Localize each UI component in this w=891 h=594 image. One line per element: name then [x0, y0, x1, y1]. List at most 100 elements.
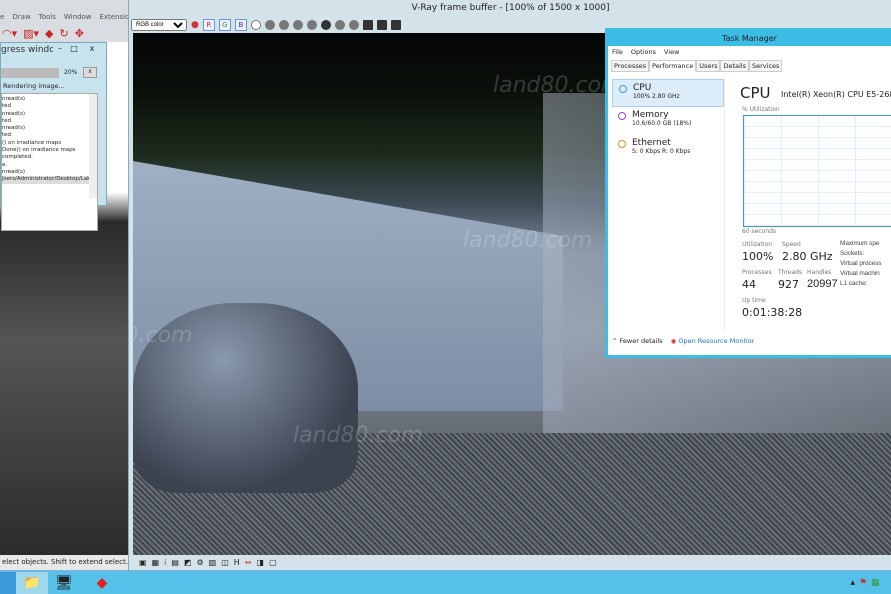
file-explorer-icon[interactable]: 📁 [16, 572, 48, 594]
speed-value: 2.80 GHz [782, 250, 833, 263]
chevron-up-icon: ⌃ [612, 337, 618, 345]
network-icon[interactable]: ▦ [871, 578, 880, 588]
progress-bar [1, 68, 59, 78]
ethernet-circle-icon [618, 140, 626, 148]
resource-monitor-icon: ◉ [670, 337, 677, 345]
close-button[interactable]: x [85, 44, 99, 56]
move-icon[interactable]: ✥ [75, 27, 84, 40]
tab-processes[interactable]: Processes [611, 60, 650, 72]
sketchup-toolbar: ◠▾ ▨▾ ◆ ↻ ✥ [0, 24, 130, 42]
green-channel-button[interactable]: G [218, 18, 231, 31]
curve-icon[interactable]: ◩ [184, 558, 192, 567]
task-manager-window: Task Manager File Options View Processes… [605, 28, 891, 358]
progress-status: Rendering image... [3, 82, 65, 90]
channel-select[interactable]: RGB color [131, 18, 187, 31]
tray-expand-icon[interactable]: ▴ [850, 578, 855, 588]
taskbar: 📁 🖥 ◆ ▴ ⚑ ▦ [0, 570, 891, 594]
menu-options[interactable]: Options [631, 48, 656, 56]
render-icon[interactable] [320, 19, 331, 30]
memory-circle-icon [618, 112, 626, 120]
levels-icon[interactable]: ▤ [171, 558, 179, 567]
watermark: land80.com [293, 423, 423, 448]
uptime-label: Up time [742, 297, 766, 304]
region-icon[interactable] [334, 19, 345, 30]
stamp-icon[interactable]: ◫ [221, 558, 229, 567]
utilization-value: 100% [742, 250, 774, 263]
resource-name: Ethernet [632, 138, 671, 148]
gear-icon[interactable]: ⚙ [196, 558, 203, 567]
virtual-processors-label: Virtual process [840, 260, 882, 267]
resource-name: Memory [632, 110, 669, 120]
clone-icon[interactable] [292, 19, 303, 30]
display-icon[interactable] [362, 19, 373, 30]
push-pull-icon[interactable]: ◆ [45, 27, 53, 40]
render-log: nread(s) ted nread(s) ted nread(s) ted (… [1, 93, 98, 231]
minimize-button[interactable]: – [53, 44, 67, 56]
resource-ethernet[interactable]: Ethernet S: 0 Kbps R: 0 Kbps [612, 135, 724, 163]
processes-label: Processes [742, 269, 772, 276]
task-manager-title: Task Manager [608, 31, 891, 46]
log-line: ted [2, 103, 12, 110]
task-manager-footer: ⌃ Fewer details ◉ Open Resource Monitor [612, 337, 754, 345]
speed-label: Speed [782, 241, 801, 248]
log-line: nread(s) [2, 168, 26, 175]
log-line: ted [2, 132, 12, 139]
material-tool-icon[interactable]: ▨▾ [23, 27, 39, 40]
rotate-icon[interactable]: ↻ [60, 27, 69, 40]
sockets-label: Sockets: [840, 250, 865, 257]
tab-users[interactable]: Users [696, 60, 721, 72]
resource-cpu[interactable]: CPU 100% 2.80 GHz [612, 79, 724, 107]
link-icon[interactable] [348, 19, 359, 30]
menu-file[interactable]: File [612, 48, 623, 56]
blue-channel-button[interactable]: B [234, 18, 247, 31]
cpu-model: Intel(R) Xeon(R) CPU E5-2680 [781, 90, 891, 99]
fewer-details-button[interactable]: ⌃ Fewer details [612, 337, 663, 345]
tab-performance[interactable]: Performance [649, 60, 697, 72]
menu-tools[interactable]: Tools [39, 13, 56, 21]
menu-edit[interactable]: e [0, 13, 4, 21]
resource-memory[interactable]: Memory 10.6/60.0 GB (18%) [612, 107, 724, 135]
log-line: e. [2, 161, 8, 168]
red-channel-button[interactable]: R [202, 18, 215, 31]
virtual-machine-label: Virtual machin [840, 270, 880, 277]
settings-icon[interactable] [390, 19, 401, 30]
menu-draw[interactable]: Draw [12, 13, 30, 21]
log-line: completed. [2, 154, 33, 161]
ab-icon[interactable]: ◨ [257, 558, 265, 567]
tab-details[interactable]: Details [720, 60, 749, 72]
resource-name: CPU [633, 83, 652, 93]
window-icon[interactable]: ▣ [139, 558, 147, 567]
utilization-axis-label: % Utilization [742, 106, 780, 113]
color-corrections-icon[interactable]: ▦ [152, 558, 160, 567]
color-wheel-icon[interactable]: ● [191, 20, 199, 30]
vray-title: V-Ray frame buffer - [100% of 1500 x 100… [411, 3, 610, 13]
alpha-icon[interactable] [250, 19, 261, 30]
frame-icon[interactable]: ▢ [269, 558, 277, 567]
tab-services[interactable]: Services [749, 60, 783, 72]
progress-percent: 20% [64, 69, 78, 76]
action-center-icon[interactable]: ⚑ [859, 578, 867, 588]
save-icon[interactable] [278, 19, 289, 30]
info-icon[interactable]: i [164, 558, 166, 567]
h-icon[interactable]: H [234, 558, 240, 567]
sketchup-icon[interactable]: ◆ [86, 572, 118, 594]
compare-icon[interactable]: ↔ [245, 558, 252, 567]
menu-window[interactable]: Window [64, 13, 92, 21]
resource-monitor-link[interactable]: ◉ Open Resource Monitor [671, 337, 755, 345]
cancel-render-button[interactable]: x [83, 67, 97, 78]
mono-icon[interactable] [264, 19, 275, 30]
max-speed-label: Maximum spe [840, 240, 880, 247]
arc-tool-icon[interactable]: ◠▾ [2, 27, 17, 40]
remote-desktop-icon[interactable]: 🖥 [48, 572, 80, 594]
cpu-heading: CPU [740, 84, 771, 102]
log-line: nread(s) [2, 125, 26, 132]
lut-icon[interactable]: ▧ [209, 558, 217, 567]
vray-toolbar: RGB color ● R G B [131, 17, 401, 32]
history-icon[interactable] [306, 19, 317, 30]
lens-icon[interactable] [376, 19, 387, 30]
menu-view[interactable]: View [664, 48, 679, 56]
maximize-button[interactable]: □ [67, 44, 81, 56]
log-scrollbar[interactable] [89, 94, 97, 198]
resource-monitor-label: Open Resource Monitor [678, 337, 755, 345]
progress-window: gress window – □ x 20% x Rendering image… [0, 42, 107, 231]
